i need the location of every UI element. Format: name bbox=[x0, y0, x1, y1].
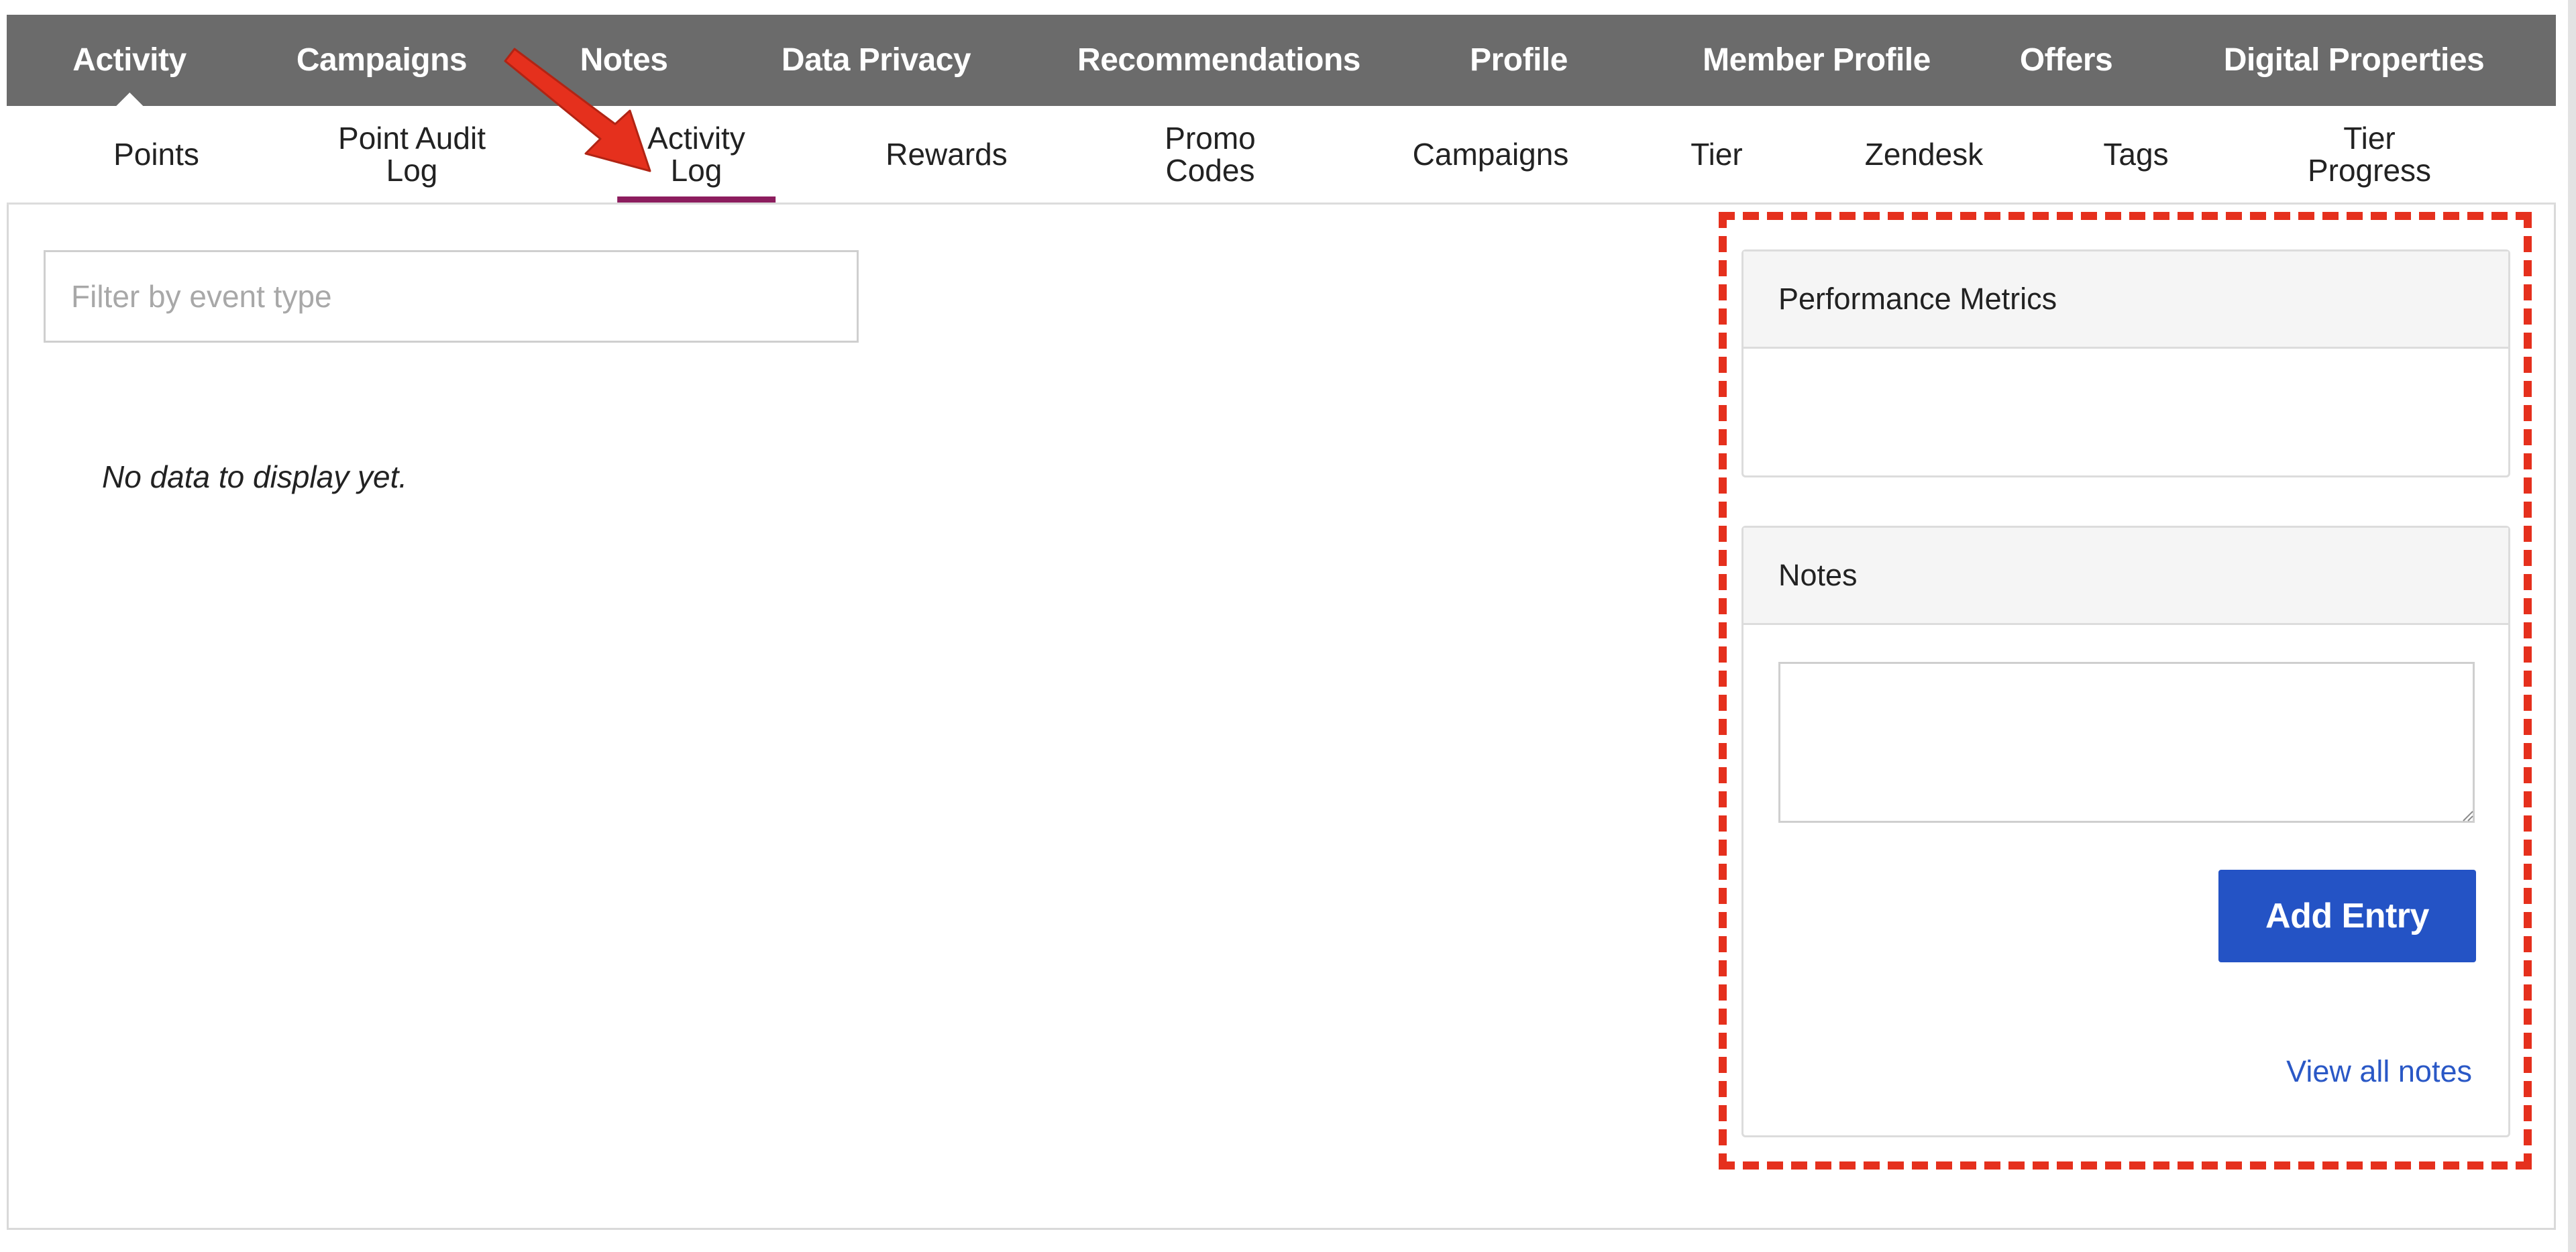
add-entry-button[interactable]: Add Entry bbox=[2218, 870, 2476, 962]
top-nav-label: Activity bbox=[72, 42, 186, 78]
sub-nav-campaigns[interactable]: Campaigns bbox=[1413, 106, 1569, 203]
performance-metrics-panel: Performance Metrics bbox=[1741, 249, 2510, 477]
sub-nav-label: Rewards bbox=[885, 137, 1008, 172]
view-all-notes-link[interactable]: View all notes bbox=[2286, 1054, 2472, 1089]
notes-panel: Notes Add Entry View all notes bbox=[1741, 526, 2510, 1137]
sub-nav-label: Point Audit Log bbox=[338, 121, 486, 188]
active-caret-icon bbox=[114, 93, 144, 107]
sub-nav-promo-codes[interactable]: Promo Codes bbox=[1165, 106, 1255, 203]
sub-nav-rewards[interactable]: Rewards bbox=[885, 106, 1008, 203]
top-nav-profile[interactable]: Profile bbox=[1470, 15, 1568, 106]
sub-nav-label: Points bbox=[113, 137, 199, 172]
sub-nav-tags[interactable]: Tags bbox=[2103, 106, 2168, 203]
top-nav-digital-properties[interactable]: Digital Properties bbox=[2224, 15, 2485, 106]
sub-nav-label: Tier Progress bbox=[2307, 121, 2432, 188]
sub-nav-zendesk[interactable]: Zendesk bbox=[1865, 106, 1983, 203]
top-nav-campaigns[interactable]: Campaigns bbox=[297, 15, 468, 106]
top-nav-data-privacy[interactable]: Data Privacy bbox=[782, 15, 971, 106]
sub-nav-label: Activity Log bbox=[647, 121, 745, 188]
top-nav: Activity Campaigns Notes Data Privacy Re… bbox=[7, 15, 2556, 107]
sub-nav: Points Point Audit Log Activity Log Reward… bbox=[7, 106, 2556, 205]
sub-nav-label: Campaigns bbox=[1412, 137, 1569, 172]
window-edge bbox=[2568, 0, 2576, 1252]
top-nav-activity[interactable]: Activity bbox=[72, 15, 186, 107]
event-type-filter-input[interactable] bbox=[44, 250, 859, 343]
sub-nav-label: Tier bbox=[1690, 137, 1743, 172]
sub-nav-activity-log[interactable]: Activity Log bbox=[617, 106, 775, 203]
panel-title: Notes bbox=[1743, 528, 2508, 625]
panel-title: Performance Metrics bbox=[1743, 251, 2508, 349]
top-nav-recommendations[interactable]: Recommendations bbox=[1077, 15, 1360, 106]
sub-nav-label: Promo Codes bbox=[1165, 121, 1256, 188]
notes-textarea[interactable] bbox=[1778, 662, 2475, 823]
resize-grip-icon[interactable] bbox=[2461, 809, 2473, 821]
arrow-annotation-icon bbox=[504, 48, 651, 172]
top-nav-offers[interactable]: Offers bbox=[2020, 15, 2113, 106]
sub-nav-point-audit-log[interactable]: Point Audit Log bbox=[338, 106, 486, 203]
sub-nav-tier-progress[interactable]: Tier Progress bbox=[2308, 106, 2431, 203]
sub-nav-label: Zendesk bbox=[1864, 137, 1984, 172]
empty-state-message: No data to display yet. bbox=[102, 459, 408, 494]
sub-nav-label: Tags bbox=[2103, 137, 2169, 172]
sub-nav-points[interactable]: Points bbox=[113, 106, 199, 203]
sub-nav-tier[interactable]: Tier bbox=[1690, 106, 1743, 203]
top-nav-member-profile[interactable]: Member Profile bbox=[1703, 15, 1931, 106]
